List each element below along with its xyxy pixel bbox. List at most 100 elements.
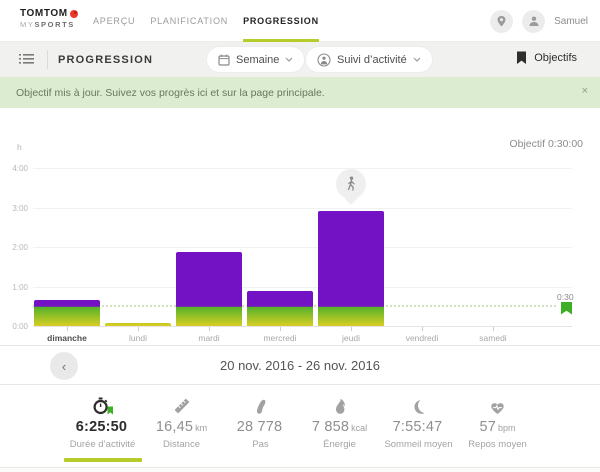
user-name[interactable]: Samuel xyxy=(554,16,588,27)
x-axis-tick xyxy=(138,327,139,331)
stat-unit: bpm xyxy=(498,423,516,433)
location-button[interactable] xyxy=(490,10,513,33)
x-axis-tick xyxy=(422,327,423,331)
bar-mardi[interactable] xyxy=(176,252,242,326)
x-axis-tick xyxy=(351,327,352,331)
banner-message: Objectif mis à jour. Suivez vos progrès … xyxy=(16,87,325,99)
goal-badge-icon xyxy=(107,407,113,415)
day-label-dimanche: dimanche xyxy=(36,333,98,343)
bar-jeudi[interactable] xyxy=(318,211,384,326)
page-title: PROGRESSION xyxy=(58,54,153,66)
stat-label: Énergie xyxy=(323,439,356,450)
date-range-label: 20 nov. 2016 - 26 nov. 2016 xyxy=(220,358,380,373)
stat-label: Pas xyxy=(252,439,268,450)
close-icon[interactable]: × xyxy=(582,85,588,97)
stat-energy[interactable]: 7 858 kcal Énergie xyxy=(300,397,379,467)
flame-icon xyxy=(333,398,347,415)
active-stat-underline xyxy=(64,458,142,462)
x-axis-tick xyxy=(280,327,281,331)
ruler-icon xyxy=(173,397,191,415)
mode-selector[interactable]: Suivi d’activité xyxy=(306,47,432,72)
list-icon xyxy=(19,53,34,65)
main-nav-tabs: APERÇU PLANIFICATION PROGRESSION xyxy=(93,0,319,42)
gridline xyxy=(33,208,572,209)
previous-week-button[interactable]: ‹ xyxy=(50,352,78,380)
period-selector-label: Semaine xyxy=(236,54,279,66)
stat-label: Repos moyen xyxy=(468,439,527,450)
logo-my: MY xyxy=(20,20,34,29)
stat-duration[interactable]: 6:25:50 Durée d’activité xyxy=(63,397,142,467)
activity-balloon xyxy=(336,169,366,199)
stat-value: 7 858 xyxy=(312,419,349,435)
tab-progression[interactable]: PROGRESSION xyxy=(243,0,319,42)
objective-label: Objectif 0:30:00 xyxy=(509,138,583,150)
gridline xyxy=(33,326,572,327)
avatar[interactable] xyxy=(522,10,545,33)
x-axis-tick xyxy=(209,327,210,331)
stat-value: 16,45 xyxy=(156,419,193,435)
chevron-down-icon xyxy=(413,57,421,62)
x-axis-tick xyxy=(493,327,494,331)
day-label-vendredi: vendredi xyxy=(391,333,453,343)
objectives-label: Objectifs xyxy=(534,52,577,64)
gridline xyxy=(33,287,572,288)
stat-unit: kcal xyxy=(351,423,367,433)
goal-marker-icon xyxy=(560,302,573,315)
user-icon xyxy=(528,15,540,27)
y-axis-unit: h xyxy=(17,142,22,152)
goal-marker-label: 0:30 xyxy=(557,292,574,302)
toolbar-divider xyxy=(47,50,48,69)
shoe-icon xyxy=(254,397,268,415)
location-pin-icon xyxy=(496,15,507,28)
stat-value: 6:25:50 xyxy=(76,419,127,435)
y-axis-tick-label: 0:00 xyxy=(0,322,28,331)
gridline xyxy=(33,247,572,248)
stat-value: 28 778 xyxy=(237,419,283,435)
day-label-lundi: lundi xyxy=(107,333,169,343)
stat-label: Distance xyxy=(163,439,200,450)
calendar-icon xyxy=(218,54,230,66)
mode-selector-label: Suivi d’activité xyxy=(337,54,407,66)
gridline xyxy=(33,168,572,169)
moon-icon xyxy=(411,399,426,415)
day-label-samedi: samedi xyxy=(462,333,524,343)
tab-planification[interactable]: PLANIFICATION xyxy=(150,0,228,42)
day-label-jeudi: jeudi xyxy=(320,333,382,343)
stat-steps[interactable]: 28 778 Pas xyxy=(221,397,300,467)
bookmark-icon xyxy=(516,51,527,65)
y-axis-tick-label: 2:00 xyxy=(0,243,28,252)
bar-dimanche[interactable] xyxy=(34,300,100,326)
walker-icon xyxy=(345,176,357,192)
notification-banner: Objectif mis à jour. Suivez vos progrès … xyxy=(0,77,600,108)
logo-text: TOMTOM xyxy=(20,8,68,19)
tomtom-logo[interactable]: TOMTOM MYSPORTS xyxy=(20,8,78,29)
date-navigation: ‹ 20 nov. 2016 - 26 nov. 2016 xyxy=(0,345,600,385)
objectives-button[interactable]: Objectifs xyxy=(516,51,577,65)
heart-pulse-icon xyxy=(489,400,506,415)
bar-lundi[interactable] xyxy=(105,323,171,326)
stat-value: 57 xyxy=(479,419,496,435)
weekly-stats-bar: 6:25:50 Durée d’activité 16,45 km Distan… xyxy=(0,385,600,467)
chevron-down-icon xyxy=(285,57,293,62)
stat-label: Sommeil moyen xyxy=(384,439,452,450)
y-axis-tick-label: 4:00 xyxy=(0,164,28,173)
stat-value: 7:55:47 xyxy=(393,419,443,435)
stat-sleep[interactable]: 7:55:47 Sommeil moyen xyxy=(379,397,458,467)
stat-resting-hr[interactable]: 57 bpm Repos moyen xyxy=(458,397,537,467)
day-label-mercredi: mercredi xyxy=(249,333,311,343)
logo-sports: SPORTS xyxy=(34,20,74,29)
stat-label: Durée d’activité xyxy=(70,439,135,450)
period-selector[interactable]: Semaine xyxy=(207,47,304,72)
y-axis-tick-label: 1:00 xyxy=(0,283,28,292)
stat-distance[interactable]: 16,45 km Distance xyxy=(142,397,221,467)
y-axis-tick-label: 3:00 xyxy=(0,204,28,213)
menu-list-button[interactable] xyxy=(19,53,34,65)
progress-chart: Objectif 0:30:00 h 4:00 3:00 2:00 1:00 0:00 d… xyxy=(0,108,600,345)
day-label-mardi: mardi xyxy=(178,333,240,343)
page-toolbar: PROGRESSION Semaine Suivi d’activité Obj… xyxy=(0,42,600,77)
top-navbar: TOMTOM MYSPORTS APERÇU PLANIFICATION PRO… xyxy=(0,0,600,42)
tomtom-red-dot-icon xyxy=(70,10,78,18)
bar-mercredi[interactable] xyxy=(247,291,313,326)
page-bottom-strip xyxy=(0,467,600,472)
tab-apercu[interactable]: APERÇU xyxy=(93,0,135,42)
